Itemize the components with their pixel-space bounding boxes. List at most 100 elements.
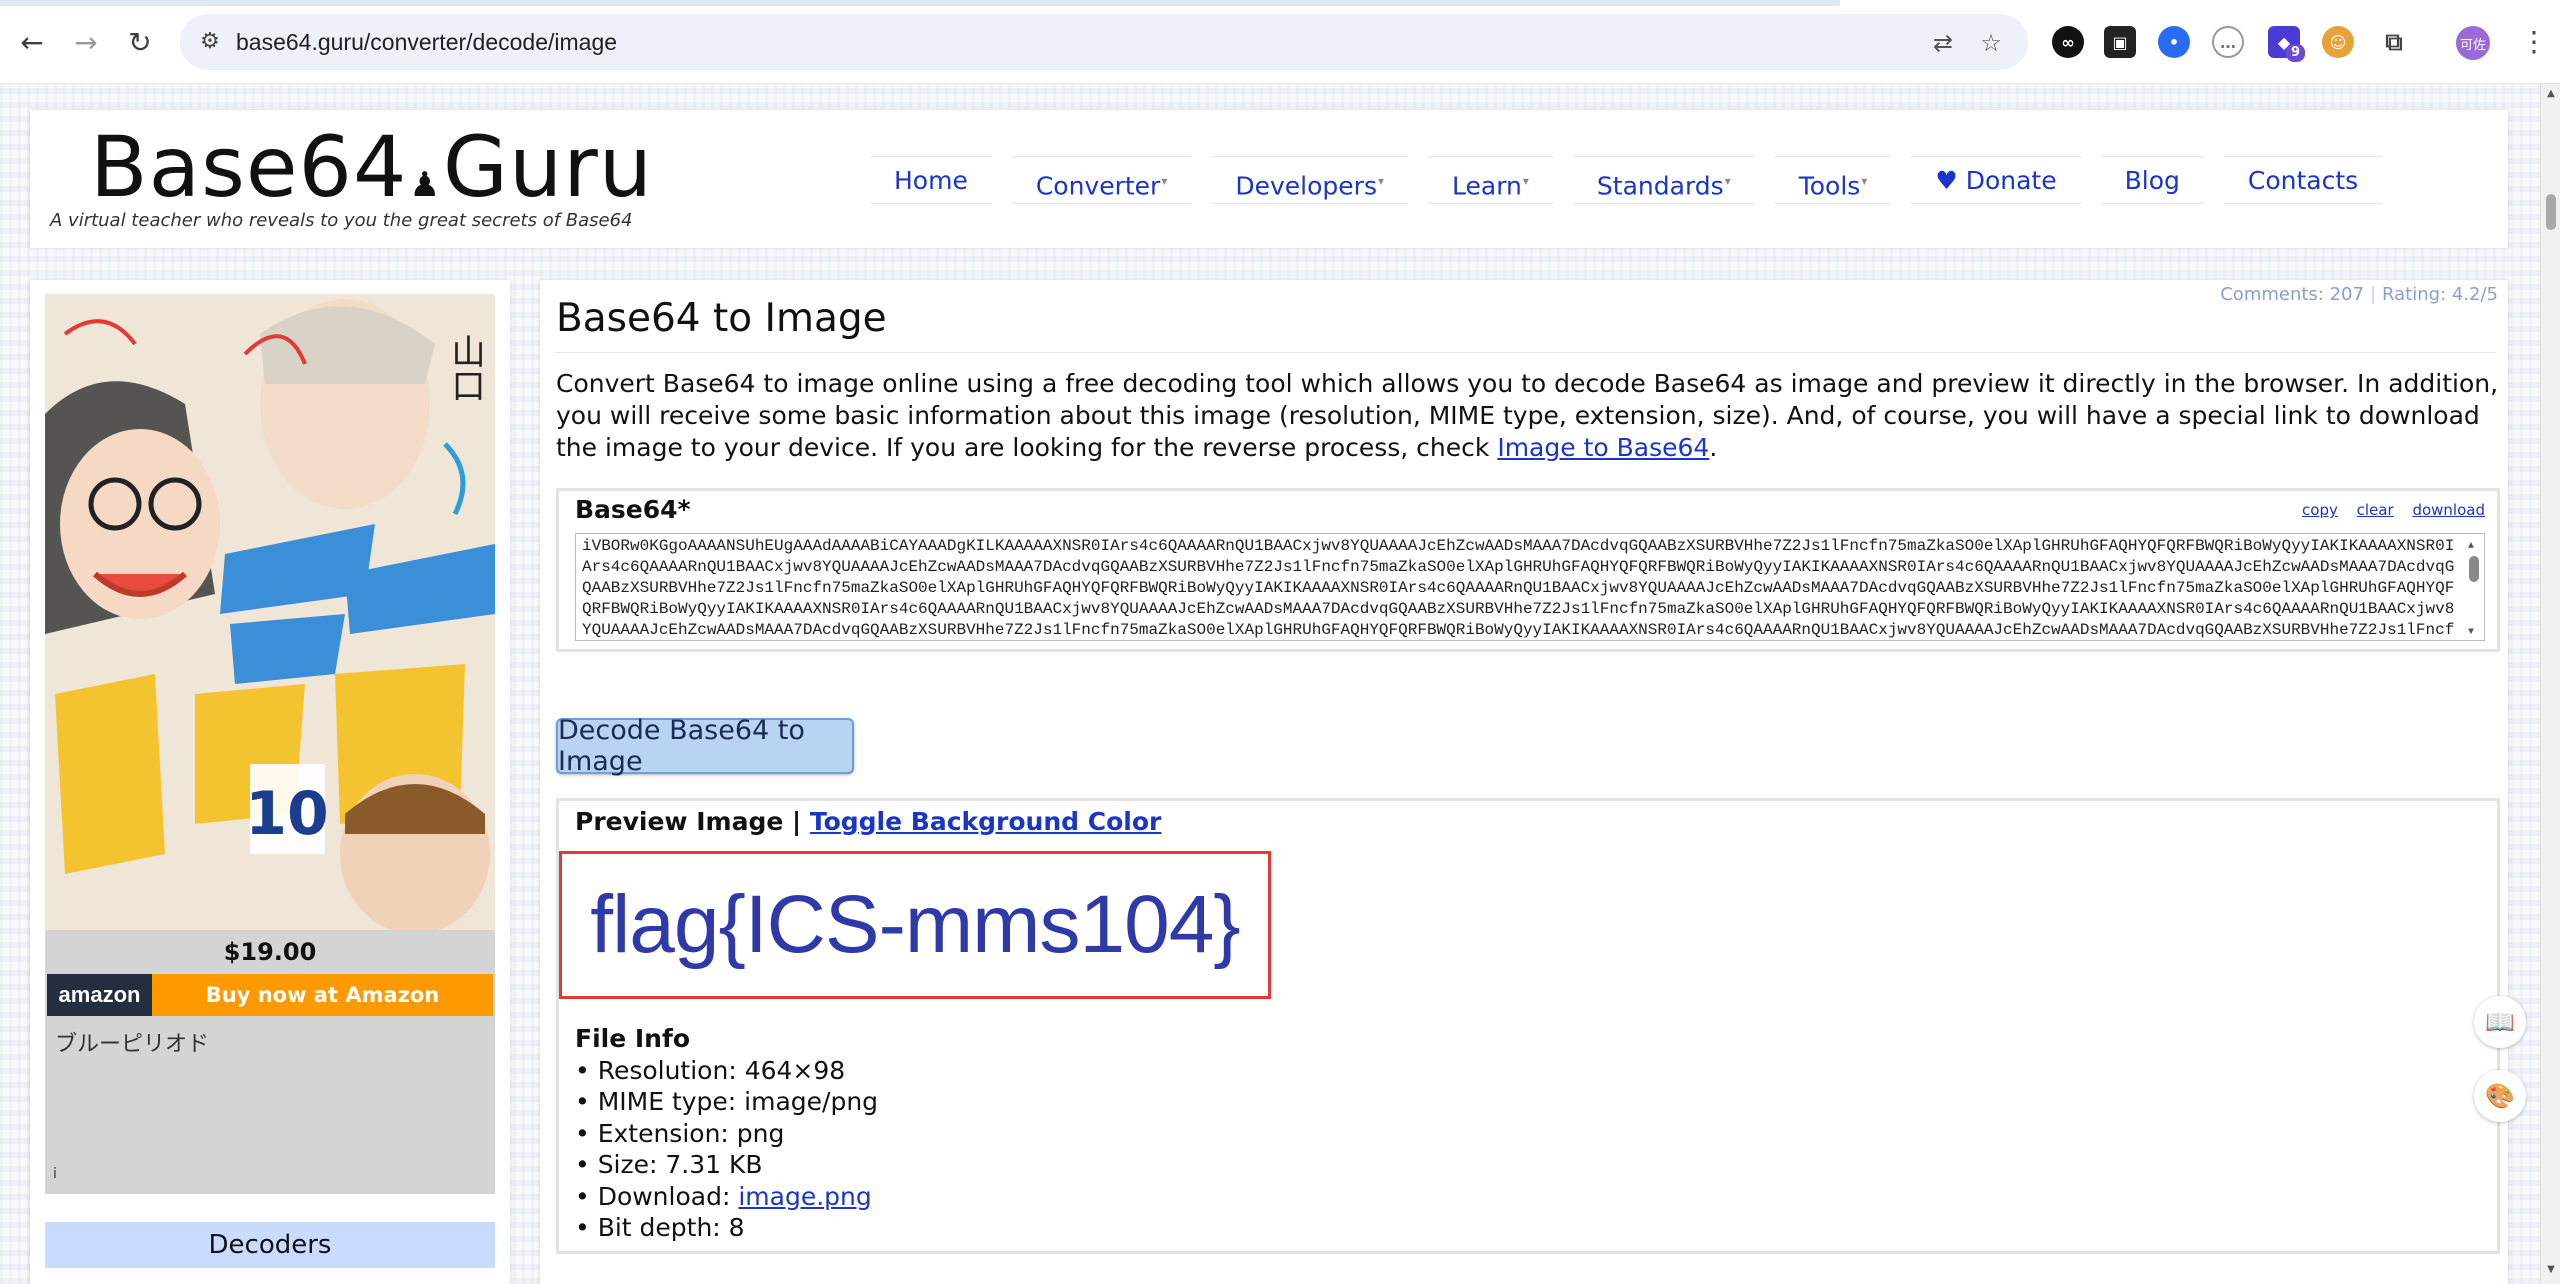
base64-field-box: Base64* copy clear download iVBORw0KGgoA… bbox=[556, 488, 2500, 652]
page-meta: Comments: 207 | Rating: 4.2/5 bbox=[2220, 284, 2498, 305]
nav-item-6[interactable]: ♥ Donate bbox=[1911, 156, 2081, 204]
textarea-scroll-up-icon[interactable]: ▲ bbox=[2468, 536, 2474, 557]
meta-separator: | bbox=[2369, 284, 2377, 305]
svg-text:10: 10 bbox=[245, 779, 329, 849]
file-download: • Download: image.png bbox=[575, 1181, 878, 1213]
nav-item-2[interactable]: Developers▾ bbox=[1211, 156, 1409, 204]
file-info: File Info • Resolution: 464×98 • MIME ty… bbox=[575, 1023, 878, 1244]
toggle-background-link[interactable]: Toggle Background Color bbox=[810, 807, 1162, 836]
address-bar[interactable]: ⚙ base64.guru/converter/decode/image ⇄ ☆ bbox=[180, 14, 2028, 70]
page-rating[interactable]: Rating: 4.2/5 bbox=[2382, 284, 2498, 305]
chevron-down-icon: ▾ bbox=[1377, 174, 1385, 188]
intro-paragraph: Convert Base64 to image online using a f… bbox=[556, 368, 2500, 464]
nav-item-0[interactable]: Home bbox=[870, 156, 992, 204]
extensions-puzzle-icon[interactable]: ⧉ bbox=[2378, 26, 2410, 58]
textarea-scrollbar[interactable]: ▲ ▼ bbox=[2466, 536, 2482, 638]
color-palette-icon[interactable]: 🎨 bbox=[2474, 1070, 2526, 1122]
nav-item-label: Converter bbox=[1035, 171, 1161, 201]
ad-product-title[interactable]: ブルーピリオド bbox=[55, 1026, 209, 1058]
main-content: Comments: 207 | Rating: 4.2/5 Base64 to Im… bbox=[540, 280, 2508, 1284]
sidebar-section-decoders[interactable]: Decoders bbox=[45, 1222, 495, 1268]
extension-chat-icon[interactable]: • bbox=[2158, 26, 2190, 58]
profile-avatar[interactable]: 可佐 bbox=[2456, 26, 2490, 60]
preview-header: Preview Image | Toggle Background Color bbox=[575, 807, 1161, 836]
back-icon[interactable]: ← bbox=[12, 22, 52, 62]
intro-end: . bbox=[1709, 433, 1718, 462]
preview-label: Preview Image | bbox=[575, 807, 810, 836]
copy-link[interactable]: copy bbox=[2302, 501, 2338, 519]
browser-menu-icon[interactable]: ⋮ bbox=[2520, 24, 2548, 60]
nav-item-4[interactable]: Standards▾ bbox=[1572, 156, 1755, 204]
main-nav: Home Converter▾ Developers▾ Learn▾ Standards… bbox=[870, 156, 2402, 204]
download-link[interactable]: download bbox=[2412, 501, 2485, 519]
svg-text:山口: 山口 bbox=[445, 334, 485, 402]
extension-count-badge: 9 bbox=[2286, 44, 2306, 62]
nav-item-label: Contacts bbox=[2247, 166, 2359, 195]
browser-toolbar: ← → ↻ ⚙ base64.guru/converter/decode/ima… bbox=[0, 0, 2560, 84]
image-to-base64-link[interactable]: Image to Base64 bbox=[1497, 433, 1709, 462]
title-divider bbox=[556, 352, 2496, 353]
site-info-icon[interactable]: ⚙ bbox=[196, 28, 224, 56]
base64-actions: copy clear download bbox=[2288, 501, 2485, 519]
chevron-down-icon: ▾ bbox=[1522, 174, 1529, 188]
comments-count[interactable]: Comments: 207 bbox=[2220, 284, 2364, 305]
nav-item-7[interactable]: Blog bbox=[2100, 156, 2204, 204]
site-logo[interactable]: Base64♟Guru bbox=[90, 118, 653, 216]
decoded-image-text: flag{ICS-mms104} bbox=[590, 879, 1240, 970]
scroll-down-icon[interactable]: ▼ bbox=[2545, 1264, 2557, 1276]
decode-button[interactable]: Decode Base64 to Image bbox=[556, 715, 854, 777]
scroll-thumb[interactable] bbox=[2546, 194, 2556, 230]
textarea-scroll-down-icon[interactable]: ▼ bbox=[2468, 622, 2474, 640]
base64-textarea[interactable]: iVBORw0KGgoAAAANSUhEUgAAAdAAAABiCAYAAADg… bbox=[575, 533, 2485, 641]
book-cover-art: 10 山口 bbox=[45, 294, 495, 930]
chevron-down-icon: ▾ bbox=[1861, 174, 1868, 188]
decoded-image[interactable]: flag{ICS-mms104} bbox=[559, 851, 1271, 999]
buy-now-button[interactable]: Buy now at Amazon bbox=[152, 974, 493, 1016]
file-bit-depth: • Bit depth: 8 bbox=[575, 1213, 745, 1242]
download-prefix: • Download: bbox=[575, 1181, 739, 1211]
nav-item-label: ♥ Donate bbox=[1935, 166, 2057, 195]
nav-item-3[interactable]: Learn▾ bbox=[1428, 156, 1553, 204]
nav-item-label: Tools bbox=[1798, 171, 1861, 201]
textarea-scroll-thumb[interactable] bbox=[2469, 556, 2479, 582]
url-text[interactable]: base64.guru/converter/decode/image bbox=[236, 29, 617, 56]
ad-buy-row[interactable]: amazon Buy now at Amazon bbox=[47, 974, 493, 1016]
preview-box: Preview Image | Toggle Background Color … bbox=[556, 798, 2500, 1254]
reader-book-icon[interactable]: 📖 bbox=[2474, 996, 2526, 1048]
site-tagline: A virtual teacher who reveals to you the… bbox=[50, 210, 633, 231]
chevron-down-icon: ▾ bbox=[1724, 174, 1731, 188]
nav-item-1[interactable]: Converter▾ bbox=[1011, 156, 1192, 204]
amazon-logo[interactable]: amazon bbox=[47, 974, 152, 1016]
reload-icon[interactable]: ↻ bbox=[120, 22, 160, 62]
extension-bubble-icon[interactable]: … bbox=[2212, 26, 2244, 58]
extension-avatar-icon[interactable]: ☺ bbox=[2322, 26, 2354, 58]
file-mime: • MIME type: image/png bbox=[575, 1087, 879, 1116]
extension-app-icon[interactable]: ▣ bbox=[2104, 26, 2136, 58]
file-size: • Size: 7.31 KB bbox=[575, 1150, 763, 1179]
clear-link[interactable]: clear bbox=[2357, 501, 2394, 519]
nav-item-label: Developers bbox=[1235, 171, 1377, 201]
sidebar: 10 山口 $19.00 amazon Buy now at Amazon ブル… bbox=[30, 280, 510, 1284]
amazon-ad[interactable]: 10 山口 $19.00 amazon Buy now at Amazon ブル… bbox=[45, 294, 495, 1194]
nav-item-8[interactable]: Contacts bbox=[2223, 156, 2383, 204]
logo-text-right: Guru bbox=[442, 118, 654, 216]
scroll-up-icon[interactable]: ▲ bbox=[2545, 88, 2557, 100]
page-scrollbar[interactable]: ▲ ▼ bbox=[2540, 84, 2560, 1284]
translate-icon[interactable]: ⇄ bbox=[1928, 28, 1958, 58]
extension-infinity-icon[interactable]: ∞ bbox=[2052, 26, 2084, 58]
forward-icon[interactable]: → bbox=[66, 22, 106, 62]
nav-item-5[interactable]: Tools▾ bbox=[1774, 156, 1892, 204]
chevron-down-icon: ▾ bbox=[1161, 174, 1168, 188]
site-header: Base64♟Guru A virtual teacher who reveal… bbox=[30, 110, 2508, 248]
ad-info-icon[interactable]: i bbox=[53, 1166, 57, 1182]
nav-item-label: Home bbox=[894, 166, 968, 195]
image-download-link[interactable]: image.png bbox=[738, 1182, 871, 1211]
base64-label: Base64* bbox=[575, 495, 691, 524]
base64-value: iVBORw0KGgoAAAANSUhEUgAAAdAAAABiCAYAAADg… bbox=[582, 537, 2455, 639]
file-extension: • Extension: png bbox=[575, 1118, 785, 1148]
nav-item-label: Blog bbox=[2124, 166, 2180, 195]
bookmark-star-icon[interactable]: ☆ bbox=[1976, 28, 2006, 58]
book-cover-image[interactable]: 10 山口 bbox=[45, 294, 495, 930]
extension-layers-icon[interactable]: ◆ 9 bbox=[2268, 26, 2306, 62]
nav-item-label: Learn bbox=[1452, 171, 1522, 201]
